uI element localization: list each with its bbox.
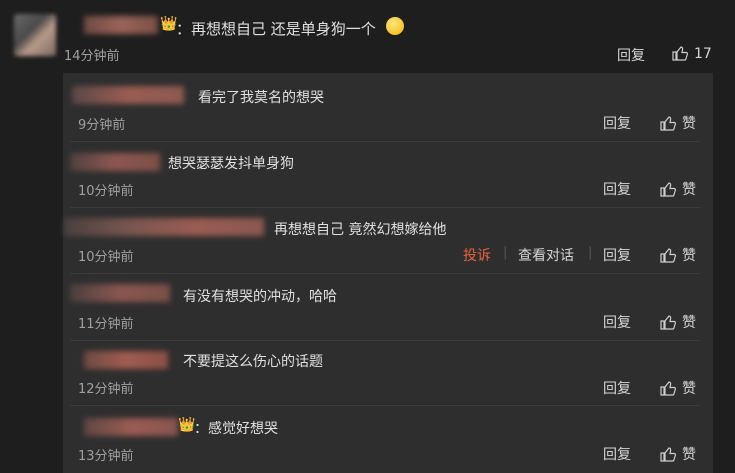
crying-laugh-emoji-icon bbox=[386, 17, 404, 35]
like-label: 赞 bbox=[682, 116, 696, 132]
reply-text: 有没有想哭的冲动，哈哈 bbox=[183, 289, 337, 305]
reply-username-blurred[interactable] bbox=[64, 218, 264, 236]
divider bbox=[70, 273, 700, 274]
like-label: 赞 bbox=[682, 182, 696, 198]
report-button[interactable]: 投诉 bbox=[463, 245, 491, 265]
thumbs-up-icon bbox=[660, 315, 676, 330]
reply-username-blurred[interactable] bbox=[72, 86, 184, 104]
like-count: 17 bbox=[694, 46, 712, 62]
reply-time: 13分钟前 bbox=[78, 449, 134, 464]
thumbs-up-icon bbox=[660, 381, 676, 396]
reply-button[interactable]: 回复 bbox=[603, 113, 631, 133]
view-dialog-button[interactable]: 查看对话 bbox=[518, 245, 574, 265]
like-label: 赞 bbox=[682, 315, 696, 331]
like-button[interactable]: 赞 bbox=[660, 179, 696, 199]
reply-button[interactable]: 回复 bbox=[603, 179, 631, 199]
thumbs-up-icon bbox=[660, 447, 676, 462]
reply-username-blurred[interactable] bbox=[70, 284, 170, 302]
reply-button[interactable]: 回复 bbox=[603, 312, 631, 332]
reply-text: 再想想自己 竟然幻想嫁给他 bbox=[274, 222, 447, 238]
comment-time: 14分钟前 bbox=[64, 49, 120, 64]
reply-username-blurred[interactable] bbox=[84, 418, 178, 436]
reply-text: 不要提这么伤心的话题 bbox=[183, 354, 323, 370]
like-label: 赞 bbox=[682, 381, 696, 397]
thumbs-up-icon bbox=[672, 46, 688, 61]
like-button[interactable]: 赞 bbox=[660, 378, 696, 398]
thumbs-up-icon bbox=[660, 182, 676, 197]
username-blurred[interactable] bbox=[84, 16, 158, 34]
like-button[interactable]: 17 bbox=[672, 45, 712, 62]
divider-pipe: | bbox=[503, 245, 508, 260]
reply-text: 看完了我莫名的想哭 bbox=[198, 90, 324, 106]
reply-username-blurred[interactable] bbox=[70, 153, 160, 171]
divider bbox=[70, 207, 700, 208]
divider bbox=[70, 405, 700, 406]
like-button[interactable]: 赞 bbox=[660, 245, 696, 265]
reply-text: ：感觉好想哭 bbox=[194, 421, 278, 437]
reply-time: 10分钟前 bbox=[78, 250, 134, 265]
like-button[interactable]: 赞 bbox=[660, 444, 696, 464]
reply-button[interactable]: 回复 bbox=[617, 45, 645, 65]
reply-button[interactable]: 回复 bbox=[603, 444, 631, 464]
thumbs-up-icon bbox=[660, 116, 676, 131]
reply-button[interactable]: 回复 bbox=[603, 378, 631, 398]
like-button[interactable]: 赞 bbox=[660, 113, 696, 133]
like-button[interactable]: 赞 bbox=[660, 312, 696, 332]
thumbs-up-icon bbox=[660, 248, 676, 263]
badge-icon: 👑 bbox=[160, 16, 178, 32]
divider-pipe: | bbox=[588, 245, 593, 260]
reply-username-blurred[interactable] bbox=[84, 351, 168, 369]
like-label: 赞 bbox=[682, 447, 696, 463]
like-label: 赞 bbox=[682, 248, 696, 264]
reply-time: 11分钟前 bbox=[78, 317, 134, 332]
divider bbox=[70, 141, 700, 142]
reply-time: 12分钟前 bbox=[78, 382, 134, 397]
reply-button[interactable]: 回复 bbox=[603, 245, 631, 265]
reply-time: 10分钟前 bbox=[78, 184, 134, 199]
reply-text: 想哭瑟瑟发抖单身狗 bbox=[168, 156, 294, 172]
avatar[interactable] bbox=[14, 14, 56, 56]
reply-time: 9分钟前 bbox=[78, 118, 126, 133]
badge-icon: 👑 bbox=[178, 417, 196, 433]
comment-text: ：再想想自己 还是单身狗一个 bbox=[176, 20, 376, 38]
divider bbox=[70, 340, 700, 341]
